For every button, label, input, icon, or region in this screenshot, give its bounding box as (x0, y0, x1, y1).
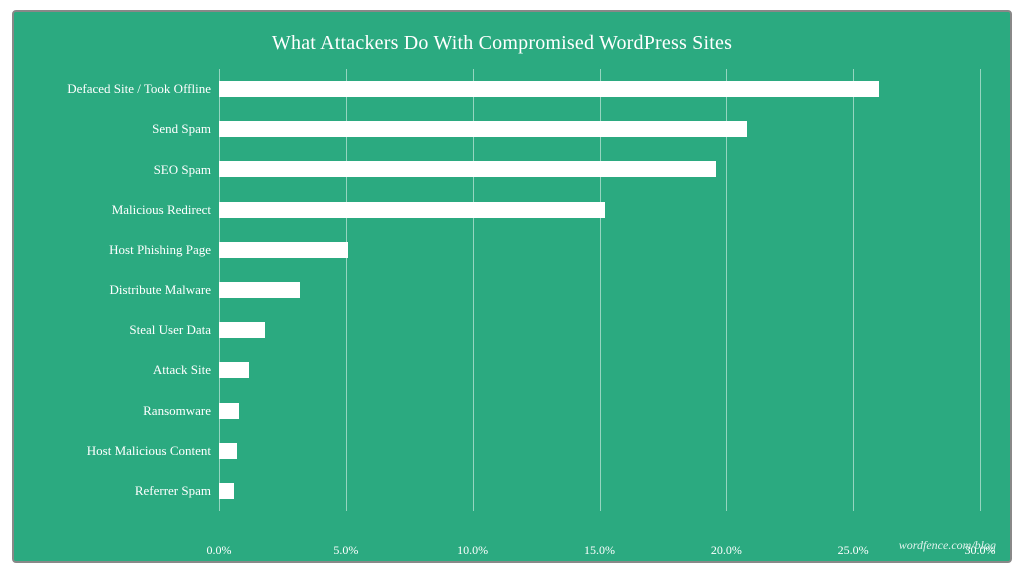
grid-line (980, 69, 981, 511)
chart-title: What Attackers Do With Compromised WordP… (24, 32, 980, 55)
bar (219, 161, 716, 177)
bar-row (219, 190, 980, 230)
y-label: Distribute Malware (24, 282, 211, 298)
y-label: Ransomware (24, 403, 211, 419)
bar (219, 121, 747, 137)
y-label: Attack Site (24, 362, 211, 378)
bars-area: 0.0%5.0%10.0%15.0%20.0%25.0%30.0% (219, 69, 980, 511)
x-tick-label: 25.0% (838, 543, 869, 558)
bar-row (219, 350, 980, 390)
x-tick-label: 5.0% (333, 543, 358, 558)
y-label: Defaced Site / Took Offline (24, 81, 211, 97)
bar-row (219, 149, 980, 189)
bar (219, 443, 237, 459)
watermark: wordfence.com/blog (899, 538, 996, 553)
y-label: Steal User Data (24, 322, 211, 338)
bar-row (219, 471, 980, 511)
bar (219, 81, 879, 97)
x-tick-label: 15.0% (584, 543, 615, 558)
y-labels: Defaced Site / Took Offline Send Spam SEO … (24, 69, 219, 511)
bar-row (219, 310, 980, 350)
bar (219, 202, 605, 218)
bar-row (219, 230, 980, 270)
x-tick-label: 20.0% (711, 543, 742, 558)
bar-row (219, 270, 980, 310)
bar-row (219, 431, 980, 471)
x-tick-label: 0.0% (207, 543, 232, 558)
y-label: Host Phishing Page (24, 242, 211, 258)
bar-row (219, 391, 980, 431)
chart-body: Defaced Site / Took Offline Send Spam SEO … (24, 69, 980, 511)
bar (219, 483, 234, 499)
chart-container: What Attackers Do With Compromised WordP… (12, 10, 1012, 563)
y-label: Send Spam (24, 121, 211, 137)
x-tick-label: 10.0% (457, 543, 488, 558)
bar (219, 322, 265, 338)
y-label: Referrer Spam (24, 483, 211, 499)
y-label: Malicious Redirect (24, 202, 211, 218)
bar (219, 282, 300, 298)
bar (219, 403, 239, 419)
bar-row (219, 69, 980, 109)
y-label: Host Malicious Content (24, 443, 211, 459)
bar (219, 242, 348, 258)
y-label: SEO Spam (24, 162, 211, 178)
bar (219, 362, 249, 378)
bar-row (219, 109, 980, 149)
